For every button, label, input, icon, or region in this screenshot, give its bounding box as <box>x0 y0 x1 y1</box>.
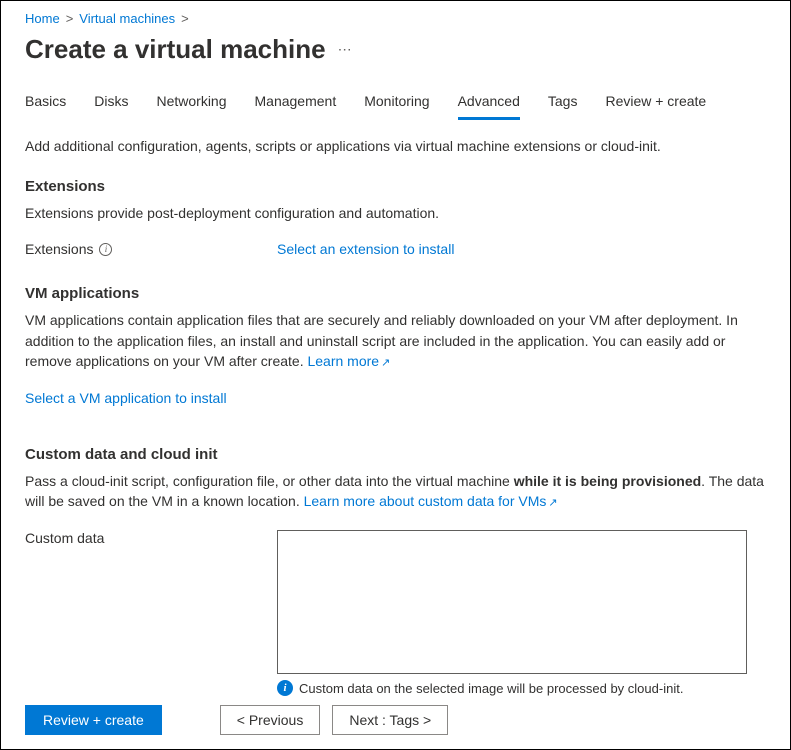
vm-apps-learn-more-link[interactable]: Learn more↗ <box>307 353 390 369</box>
custom-data-label: Custom data <box>25 530 277 546</box>
previous-button[interactable]: < Previous <box>220 705 321 735</box>
custom-data-section: Custom data and cloud init Pass a cloud-… <box>25 446 766 696</box>
page-title: Create a virtual machine <box>25 34 326 65</box>
tab-disks[interactable]: Disks <box>94 93 128 120</box>
breadcrumb: Home > Virtual machines > <box>25 11 766 26</box>
review-create-button[interactable]: Review + create <box>25 705 162 735</box>
tab-bar: Basics Disks Networking Management Monit… <box>25 93 766 120</box>
tab-basics[interactable]: Basics <box>25 93 66 120</box>
select-vm-application-link[interactable]: Select a VM application to install <box>25 390 227 406</box>
custom-data-textarea[interactable] <box>277 530 747 674</box>
chevron-right-icon: > <box>181 11 189 26</box>
tab-monitoring[interactable]: Monitoring <box>364 93 429 120</box>
external-link-icon: ↗ <box>381 357 390 369</box>
extensions-desc: Extensions provide post-deployment confi… <box>25 203 766 223</box>
vm-applications-title: VM applications <box>25 285 766 302</box>
extensions-title: Extensions <box>25 178 766 195</box>
tab-networking[interactable]: Networking <box>156 93 226 120</box>
custom-data-learn-more-link[interactable]: Learn more about custom data for VMs↗ <box>304 493 558 509</box>
more-actions-icon[interactable]: ⋯ <box>338 41 352 58</box>
select-extension-link[interactable]: Select an extension to install <box>277 241 454 257</box>
tab-tags[interactable]: Tags <box>548 93 578 120</box>
vm-applications-desc: VM applications contain application file… <box>25 310 766 372</box>
custom-data-desc: Pass a cloud-init script, configuration … <box>25 471 766 512</box>
info-icon[interactable]: i <box>99 243 112 256</box>
tab-advanced[interactable]: Advanced <box>458 93 520 120</box>
intro-text: Add additional configuration, agents, sc… <box>25 138 766 154</box>
tab-management[interactable]: Management <box>255 93 337 120</box>
vm-applications-section: VM applications VM applications contain … <box>25 285 766 406</box>
next-button[interactable]: Next : Tags > <box>332 705 448 735</box>
extensions-label: Extensions i <box>25 241 277 257</box>
external-link-icon: ↗ <box>548 497 557 509</box>
footer-actions: Review + create < Previous Next : Tags > <box>1 691 790 749</box>
chevron-right-icon: > <box>66 11 74 26</box>
breadcrumb-virtual-machines[interactable]: Virtual machines <box>79 11 175 26</box>
extensions-section: Extensions Extensions provide post-deplo… <box>25 178 766 257</box>
tab-review[interactable]: Review + create <box>605 93 706 120</box>
breadcrumb-home[interactable]: Home <box>25 11 60 26</box>
custom-data-title: Custom data and cloud init <box>25 446 766 463</box>
